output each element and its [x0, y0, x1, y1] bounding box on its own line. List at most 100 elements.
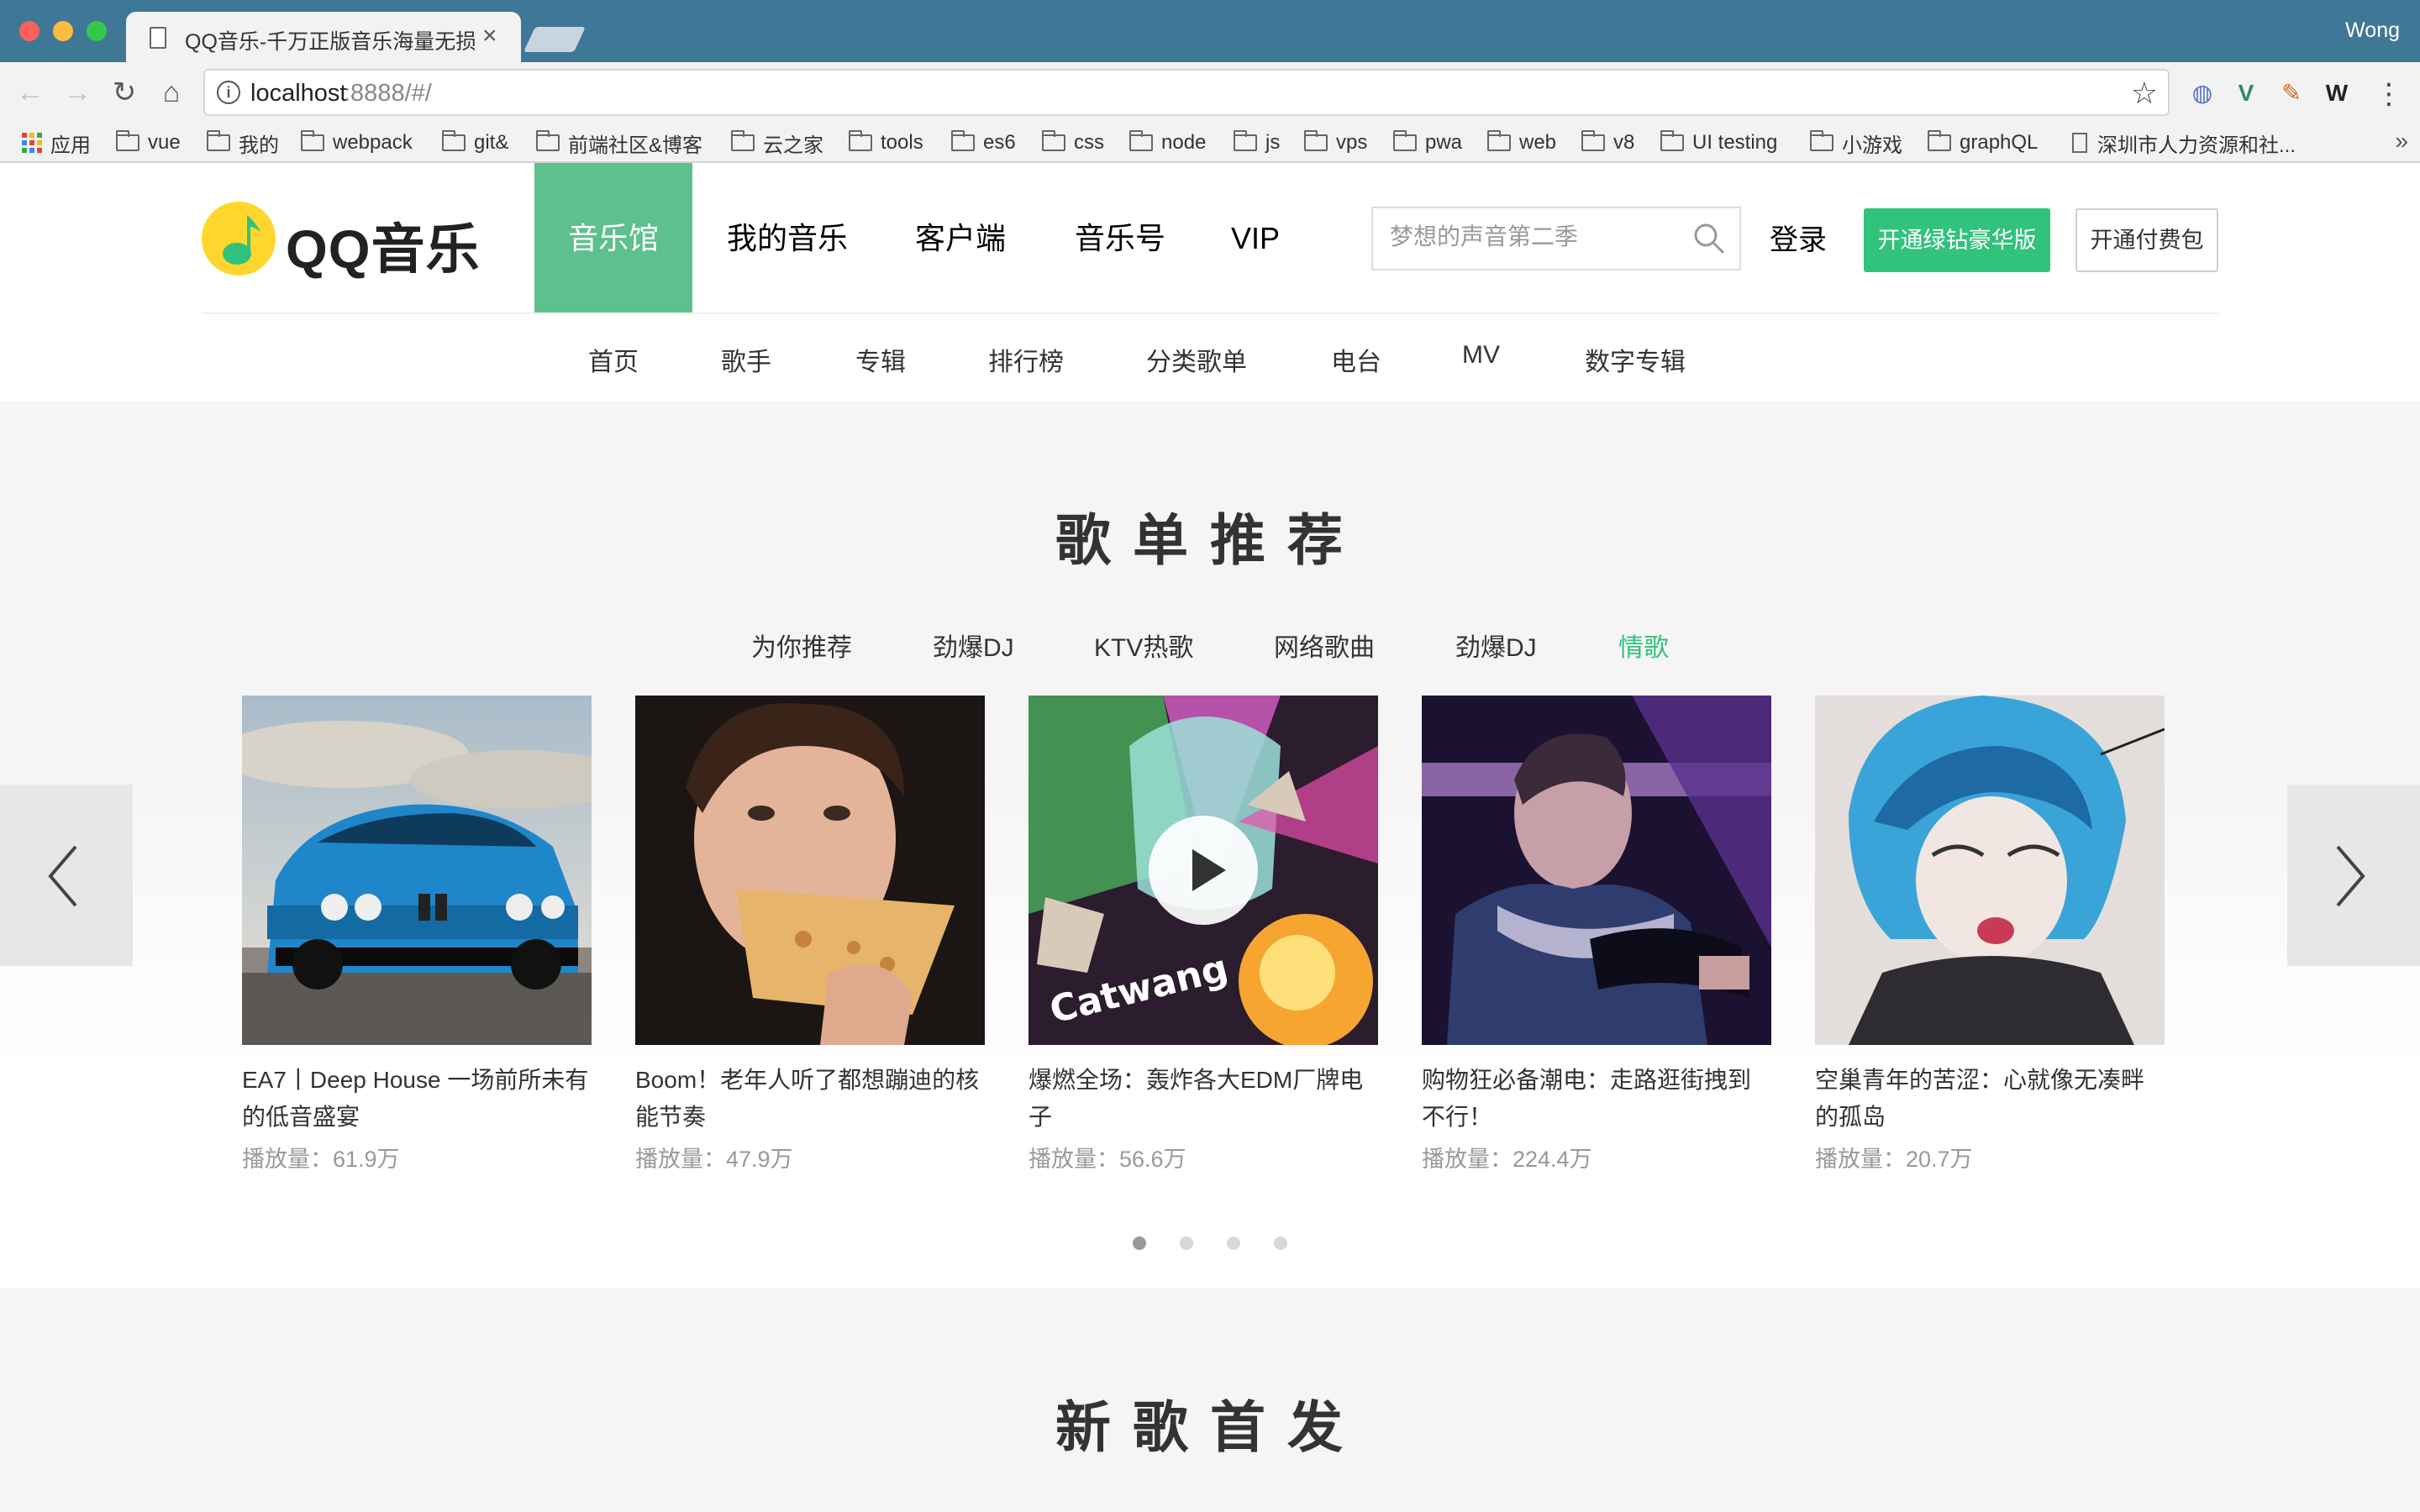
pagination-dot[interactable] [1227, 1236, 1240, 1250]
bookmark-folder[interactable]: tools [849, 129, 923, 156]
folder-icon [1304, 130, 1328, 151]
playlist-title[interactable]: 空巢青年的苦涩：心就像无凑畔的孤岛 [1815, 1062, 2165, 1136]
tab-internet-songs[interactable]: 网络歌曲 [1274, 627, 1375, 664]
playlist-cover[interactable]: Catwang [1028, 696, 1378, 1045]
subnav-albums[interactable]: 专辑 [855, 341, 906, 378]
nav-music-account[interactable]: 音乐号 [1050, 163, 1190, 314]
folder-icon [1393, 130, 1417, 151]
tab-for-you[interactable]: 为你推荐 [751, 627, 852, 664]
new-tab-button[interactable] [523, 27, 586, 52]
qq-music-logo-icon[interactable] [202, 202, 276, 276]
close-window-button[interactable] [19, 21, 39, 41]
bookmark-folder[interactable]: 小游戏 [1810, 129, 1902, 157]
subnav-home[interactable]: 首页 [588, 341, 639, 378]
bookmark-folder[interactable]: 云之家 [731, 129, 823, 157]
playlist-cover[interactable] [242, 696, 592, 1045]
search-input[interactable] [1390, 223, 1692, 250]
bookmark-label: git& [474, 131, 509, 154]
tab-ktv[interactable]: KTV热歌 [1094, 627, 1193, 664]
browser-toolbar: ← → ↻ ⌂ i localhost :8888/#/ ☆ ◍ V ✎ W ⋮ [0, 62, 2420, 123]
subnav-charts[interactable]: 排行榜 [988, 341, 1064, 378]
back-arrow-icon[interactable]: ← [13, 76, 47, 109]
bookmark-apps[interactable]: 应用 [22, 129, 91, 157]
extension-globe-icon[interactable]: ◍ [2188, 79, 2217, 108]
nav-my-music[interactable]: 我的音乐 [708, 163, 867, 314]
profile-name[interactable]: Wong [2345, 18, 2400, 43]
bookmark-label: 我的 [239, 134, 279, 157]
tab-dj[interactable]: 劲爆DJ [933, 627, 1014, 664]
subnav-mv[interactable]: MV [1462, 341, 1500, 370]
subnav-singers[interactable]: 歌手 [721, 341, 771, 378]
maximize-window-button[interactable] [87, 21, 107, 41]
bookmark-label: 应用 [50, 134, 91, 157]
playlist-title[interactable]: 爆燃全场：轰炸各大EDM厂牌电子 [1028, 1062, 1378, 1136]
bookmark-label: 云之家 [763, 134, 823, 157]
bookmark-folder[interactable]: es6 [951, 129, 1016, 156]
bookmark-page[interactable]: 深圳市人力资源和社... [2072, 129, 2296, 157]
bookmark-folder[interactable]: 前端社区&博客 [536, 129, 702, 157]
subnav-radio[interactable]: 电台 [1331, 341, 1381, 378]
reload-icon[interactable]: ↻ [108, 76, 141, 109]
bookmark-folder[interactable]: v8 [1581, 129, 1634, 156]
document-icon [2072, 133, 2087, 153]
playlist-cover[interactable] [635, 696, 985, 1045]
playlist-title[interactable]: 购物狂必备潮电：走路逛街拽到不行！ [1422, 1062, 1771, 1136]
tab-love-songs[interactable]: 情歌 [1618, 627, 1669, 664]
carousel-next-button[interactable] [2287, 785, 2420, 966]
open-paid-package-button[interactable]: 开通付费包 [2075, 208, 2218, 272]
bookmark-label: 深圳市人力资源和社... [2097, 134, 2296, 157]
pagination-dot[interactable] [1133, 1236, 1146, 1250]
bookmark-star-icon[interactable]: ☆ [2131, 76, 2158, 111]
pagination-dot[interactable] [1180, 1236, 1193, 1250]
subnav-digital-albums[interactable]: 数字专辑 [1585, 341, 1686, 378]
folder-icon [1928, 130, 1951, 151]
bookmark-folder[interactable]: web [1487, 129, 1556, 156]
carousel-prev-button[interactable] [0, 785, 133, 966]
playlist-title[interactable]: Boom！老年人听了都想蹦迪的核能节奏 [635, 1062, 985, 1136]
bookmark-label: vps [1336, 131, 1368, 154]
bookmark-folder[interactable]: js [1234, 129, 1280, 156]
minimize-window-button[interactable] [53, 21, 73, 41]
tab-dj-2[interactable]: 劲爆DJ [1455, 627, 1537, 664]
bookmark-folder[interactable]: git& [442, 129, 508, 156]
open-green-diamond-button[interactable]: 开通绿钻豪华版 [1864, 208, 2050, 272]
bookmark-folder[interactable]: UI testing [1660, 129, 1777, 156]
playlist-cover[interactable] [1815, 696, 2165, 1045]
bookmark-folder[interactable]: vue [116, 129, 181, 156]
playlist-cover[interactable] [1422, 696, 1771, 1045]
subnav-playlists[interactable]: 分类歌单 [1146, 341, 1247, 378]
address-bar[interactable]: i localhost :8888/#/ ☆ [203, 69, 2170, 116]
bookmark-folder[interactable]: graphQL [1928, 129, 2038, 156]
nav-vip[interactable]: VIP [1213, 163, 1297, 314]
bookmark-folder[interactable]: pwa [1393, 129, 1462, 156]
nav-client[interactable]: 客户端 [891, 163, 1030, 314]
tab-close-icon[interactable]: × [482, 22, 497, 50]
extension-vue-icon[interactable]: V [2232, 79, 2260, 108]
browser-menu-icon[interactable]: ⋮ [2375, 77, 2403, 111]
search-icon[interactable] [1691, 220, 1728, 257]
chevron-left-icon [48, 845, 77, 907]
login-link[interactable]: 登录 [1770, 217, 1827, 258]
folder-icon [1042, 130, 1065, 151]
folder-icon [116, 130, 139, 151]
extension-w-icon[interactable]: W [2323, 79, 2351, 108]
more-bookmarks-icon[interactable]: » [2395, 128, 2408, 155]
nav-music-hall[interactable]: 音乐馆 [534, 163, 692, 314]
bookmark-folder[interactable]: webpack [301, 129, 413, 156]
playlist-title[interactable]: EA7丨Deep House 一场前所未有的低音盛宴 [242, 1062, 592, 1136]
bookmark-folder[interactable]: css [1042, 129, 1104, 156]
site-logo-text[interactable]: QQ音乐 [286, 207, 481, 284]
forward-arrow-icon[interactable]: → [60, 76, 94, 109]
bookmark-folder[interactable]: vps [1304, 129, 1367, 156]
bookmark-label: es6 [983, 131, 1016, 154]
pagination-dot[interactable] [1274, 1236, 1287, 1250]
browser-tab[interactable]: QQ音乐-千万正版音乐海量无损 × [126, 12, 521, 62]
info-icon[interactable]: i [217, 81, 240, 104]
bookmark-folder[interactable]: node [1129, 129, 1206, 156]
home-icon[interactable]: ⌂ [155, 76, 188, 109]
bookmark-label: 小游戏 [1842, 134, 1902, 157]
play-icon[interactable] [1149, 816, 1258, 925]
bookmark-folder[interactable]: 我的 [207, 129, 279, 157]
play-count: 播放量：47.9万 [635, 1147, 793, 1172]
extension-palette-icon[interactable]: ✎ [2277, 79, 2306, 108]
